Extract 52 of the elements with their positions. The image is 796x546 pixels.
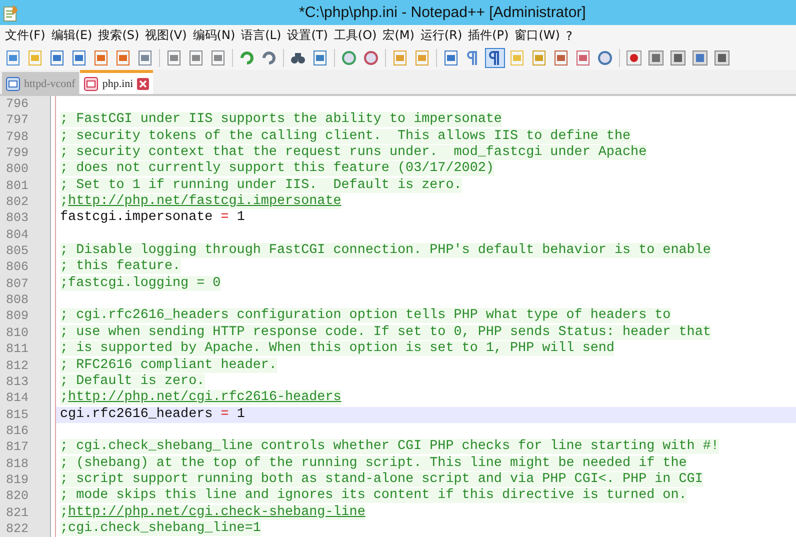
line-number: 806 (0, 259, 51, 276)
menu-item[interactable]: 宏(M) (380, 27, 418, 44)
menu-item[interactable]: 插件(P) (466, 27, 513, 44)
comment-marker: ; (60, 504, 68, 520)
link[interactable]: http://php.net/cgi.rfc2616-headers (68, 390, 342, 406)
menu-item[interactable]: 语言(L) (239, 27, 286, 44)
line-number: 816 (0, 422, 51, 440)
line-number: 812 (0, 358, 51, 374)
line-number: 813 (0, 374, 51, 390)
line-number: 804 (0, 226, 51, 244)
menu-item[interactable]: 编码(N) (190, 27, 240, 44)
menu-item[interactable]: 工具(O) (332, 27, 381, 44)
line-number: 811 (0, 341, 51, 358)
record-icon[interactable] (624, 48, 644, 68)
menu-item[interactable]: 搜索(S) (96, 27, 144, 44)
code-line: fastcgi.impersonate = 1 (60, 210, 245, 226)
line-number: 819 (0, 472, 51, 488)
line-number: 815 (0, 406, 51, 423)
menu-item[interactable]: 窗口(W) (512, 27, 564, 44)
line-number: 796 (0, 96, 51, 112)
line-number: 797 (0, 112, 51, 129)
line-number: 802 (0, 194, 51, 210)
menu-item[interactable]: 运行(R) (418, 27, 466, 44)
line-number: 817 (0, 439, 51, 456)
line-number: 799 (0, 145, 51, 162)
menu-item[interactable]: ? (564, 28, 576, 42)
window-title: *C:\php\php.ini - Notepad++ [Administrator] (299, 4, 586, 21)
notepad-icon (3, 4, 19, 22)
file-tab[interactable]: php.ini (80, 70, 154, 94)
line-number: 800 (0, 161, 51, 178)
line-number: 810 (0, 324, 51, 342)
line-number: 818 (0, 456, 51, 472)
menu-item[interactable]: 文件(F) (3, 27, 50, 44)
line-number: 821 (0, 504, 51, 521)
menu-item[interactable]: 编辑(E) (49, 27, 96, 44)
menu-item[interactable]: 设置(T) (285, 27, 332, 44)
line-number: 822 (0, 520, 51, 538)
line-number: 820 (0, 488, 51, 505)
line-number: 803 (0, 210, 51, 227)
link[interactable]: http://php.net/cgi.check-shebang-line (68, 504, 366, 520)
code-line: cgi.rfc2616_headers = 1 (60, 406, 245, 422)
line-number: 801 (0, 178, 51, 194)
line-number: 808 (0, 292, 51, 308)
line-number: 814 (0, 390, 51, 407)
line-number: 807 (0, 276, 51, 292)
menu-item[interactable]: 视图(V) (143, 27, 191, 44)
line-number: 798 (0, 128, 51, 146)
line-number: 809 (0, 308, 51, 325)
line-number: 805 (0, 243, 51, 260)
comment-marker: ; (60, 194, 68, 210)
link[interactable]: http://php.net/fastcgi.impersonate (68, 194, 342, 210)
comment-marker: ; (60, 390, 68, 406)
